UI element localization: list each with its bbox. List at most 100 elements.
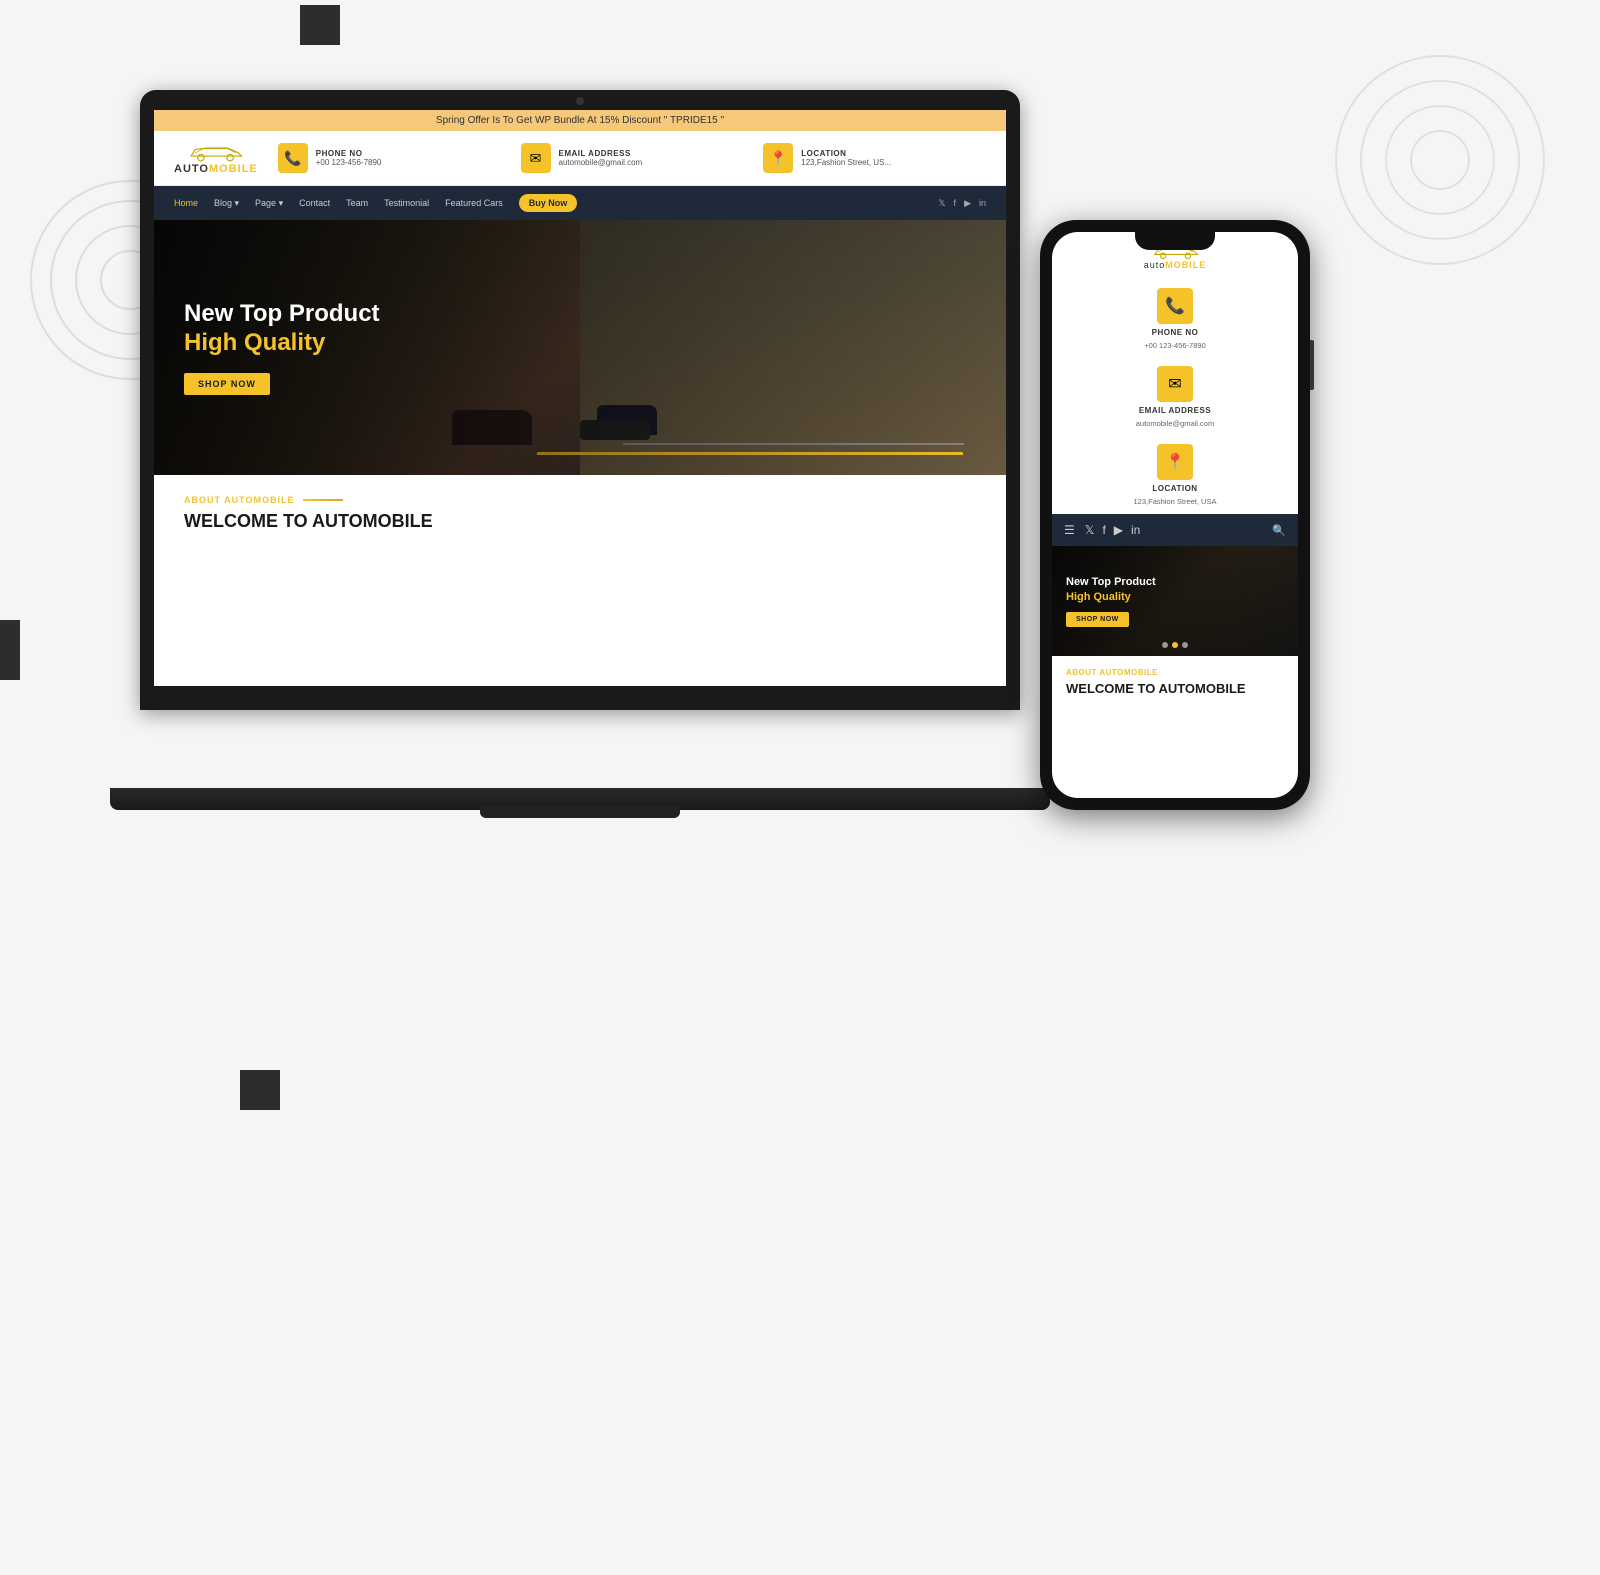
nav-item-blog[interactable]: Blog ▾ xyxy=(214,198,239,209)
hero-dot-3 xyxy=(1182,642,1188,648)
phone-screen: autoMOBILE 📞 PHONE NO +00 123-456-7890 ✉… xyxy=(1052,232,1298,798)
bg-square-4 xyxy=(0,620,20,680)
nav-social-links: 𝕏 f ▶ in xyxy=(938,198,986,209)
site-hero: New Top Product High Quality SHOP NOW xyxy=(154,220,1006,475)
hero-shop-button[interactable]: SHOP NOW xyxy=(184,373,270,395)
phone-about-title: WELCOME TO AUTOMOBILE xyxy=(1066,681,1284,697)
site-banner: Spring Offer Is To Get WP Bundle At 15% … xyxy=(154,110,1006,131)
location-contact-info: LOCATION 123,Fashion Street, US... xyxy=(801,149,891,167)
phone-outer: autoMOBILE 📞 PHONE NO +00 123-456-7890 ✉… xyxy=(1040,220,1310,810)
laptop-base xyxy=(110,788,1050,810)
site-logo: autoMOBILE xyxy=(174,141,258,175)
phone-hero-shop-button[interactable]: SHOP NOW xyxy=(1066,612,1129,627)
phone-phone-label: PHONE NO xyxy=(1152,328,1199,337)
location-value: 123,Fashion Street, US... xyxy=(801,158,891,167)
logo-mobile: MOBILE xyxy=(209,163,258,175)
circle-group-bottom-right xyxy=(1200,1000,1420,1220)
laptop-outer: Spring Offer Is To Get WP Bundle At 15% … xyxy=(140,90,1020,710)
phone-youtube-icon[interactable]: ▶ xyxy=(1114,523,1123,537)
phone-phone-icon: 📞 xyxy=(1157,288,1193,324)
nav-item-team[interactable]: Team xyxy=(346,198,368,208)
bg-square-1 xyxy=(300,5,340,45)
nav-item-featured-cars[interactable]: Featured Cars xyxy=(445,198,503,208)
email-icon: ✉ xyxy=(521,143,551,173)
email-contact-info: EMAIL ADDRESS automobile@gmail.com xyxy=(559,149,643,167)
phone-icon: 📞 xyxy=(278,143,308,173)
phone-hero-quality: Quality xyxy=(1094,591,1131,603)
phone-email-value: automobile@gmail.com xyxy=(1136,419,1214,428)
hero-content: New Top Product High Quality SHOP NOW xyxy=(154,300,410,396)
phone-location-label: LOCATION xyxy=(1152,484,1197,493)
youtube-icon[interactable]: ▶ xyxy=(964,198,971,209)
location-contact-item: 📍 LOCATION 123,Fashion Street, US... xyxy=(763,143,986,173)
nav-item-contact[interactable]: Contact xyxy=(299,198,330,208)
email-contact-item: ✉ EMAIL ADDRESS automobile@gmail.com xyxy=(521,143,744,173)
phone-contact-item: 📞 PHONE NO +00 123-456-7890 xyxy=(278,143,501,173)
laptop-mockup: Spring Offer Is To Get WP Bundle At 15% … xyxy=(140,90,1040,810)
hero-dot-1 xyxy=(1162,642,1168,648)
hero-dot-2 xyxy=(1172,642,1178,648)
location-icon: 📍 xyxy=(763,143,793,173)
nav-item-page[interactable]: Page ▾ xyxy=(255,198,283,209)
phone-email-icon: ✉ xyxy=(1157,366,1193,402)
location-label: LOCATION xyxy=(801,149,891,158)
phone-linkedin-icon[interactable]: in xyxy=(1131,523,1140,537)
laptop-foot xyxy=(480,806,680,818)
logo-car-icon xyxy=(183,141,248,163)
phone-contact-phone: 📞 PHONE NO +00 123-456-7890 xyxy=(1052,280,1298,358)
phone-side-button xyxy=(1310,340,1314,390)
email-label: EMAIL ADDRESS xyxy=(559,149,643,158)
phone-about-label: ABOUT AUTOMOBILE xyxy=(1066,668,1284,677)
phone-location-value: 123,Fashion Street, USA xyxy=(1134,497,1217,506)
phone-phone-value: +00 123-456-7890 xyxy=(1144,341,1206,350)
laptop-logo-text: autoMOBILE xyxy=(174,163,258,175)
phone-hero-content: New Top Product High Quality SHOP NOW xyxy=(1052,575,1170,627)
facebook-icon[interactable]: f xyxy=(954,198,957,209)
phone-about-section: ABOUT AUTOMOBILE WELCOME TO AUTOMOBILE xyxy=(1052,656,1298,709)
phone-facebook-icon[interactable]: f xyxy=(1102,523,1105,537)
phone-hero: New Top Product High Quality SHOP NOW xyxy=(1052,546,1298,656)
site-header: autoMOBILE 📞 PHONE NO +00 123-456-7890 ✉… xyxy=(154,131,1006,186)
about-divider-line xyxy=(303,499,343,501)
phone-mockup: autoMOBILE 📞 PHONE NO +00 123-456-7890 ✉… xyxy=(1040,220,1310,840)
circle-group-right xyxy=(1330,50,1550,270)
site-nav: Home Blog ▾ Page ▾ Contact Team Testimon… xyxy=(154,186,1006,220)
phone-logo-mobile: MOBILE xyxy=(1165,260,1206,270)
email-value: automobile@gmail.com xyxy=(559,158,643,167)
phone-contact-info: PHONE NO +00 123-456-7890 xyxy=(316,149,382,167)
phone-notch xyxy=(1135,232,1215,250)
hero-high-text: High xyxy=(184,329,244,356)
banner-text: Spring Offer Is To Get WP Bundle At 15% … xyxy=(436,115,724,126)
phone-logo-text: autoMOBILE xyxy=(1144,260,1207,270)
hero-quality-text: Quality xyxy=(244,329,325,356)
about-label: ABOUT AUTOMOBILE xyxy=(184,495,976,505)
phone-contact-email: ✉ EMAIL ADDRESS automobile@gmail.com xyxy=(1052,358,1298,436)
linkedin-icon[interactable]: in xyxy=(979,198,986,209)
about-title: WELCOME TO AUTOMOBILE xyxy=(184,511,976,532)
phone-email-label: EMAIL ADDRESS xyxy=(1139,406,1211,415)
phone-search-icon[interactable]: 🔍 xyxy=(1272,524,1286,537)
phone-hero-line1: New Top Product xyxy=(1066,575,1156,589)
hero-title-line2: High Quality xyxy=(184,329,380,358)
nav-buy-button[interactable]: Buy Now xyxy=(519,194,578,212)
nav-item-home[interactable]: Home xyxy=(174,198,198,208)
laptop-about-section: ABOUT AUTOMOBILE WELCOME TO AUTOMOBILE xyxy=(154,475,1006,555)
phone-hero-high: High xyxy=(1066,591,1094,603)
phone-hero-dots xyxy=(1162,642,1188,648)
phone-contact-location: 📍 LOCATION 123,Fashion Street, USA xyxy=(1052,436,1298,514)
phone-location-icon: 📍 xyxy=(1157,444,1193,480)
phone-twitter-icon[interactable]: 𝕏 xyxy=(1085,523,1095,537)
phone-nav-social: 𝕏 f ▶ in xyxy=(1085,523,1141,537)
phone-hero-line2: High Quality xyxy=(1066,590,1156,604)
twitter-icon[interactable]: 𝕏 xyxy=(938,198,945,209)
nav-item-testimonial[interactable]: Testimonial xyxy=(384,198,429,208)
logo-auto: auto xyxy=(174,163,209,175)
circle-group-bottom-left xyxy=(100,1040,300,1240)
laptop-camera xyxy=(576,97,584,105)
phone-logo-auto: auto xyxy=(1144,260,1166,270)
phone-menu-icon[interactable]: ☰ xyxy=(1064,523,1075,537)
phone-nav-bar: ☰ 𝕏 f ▶ in 🔍 xyxy=(1052,514,1298,546)
phone-label: PHONE NO xyxy=(316,149,382,158)
hero-title-line1: New Top Product xyxy=(184,300,380,329)
about-label-text: ABOUT AUTOMOBILE xyxy=(184,495,295,505)
